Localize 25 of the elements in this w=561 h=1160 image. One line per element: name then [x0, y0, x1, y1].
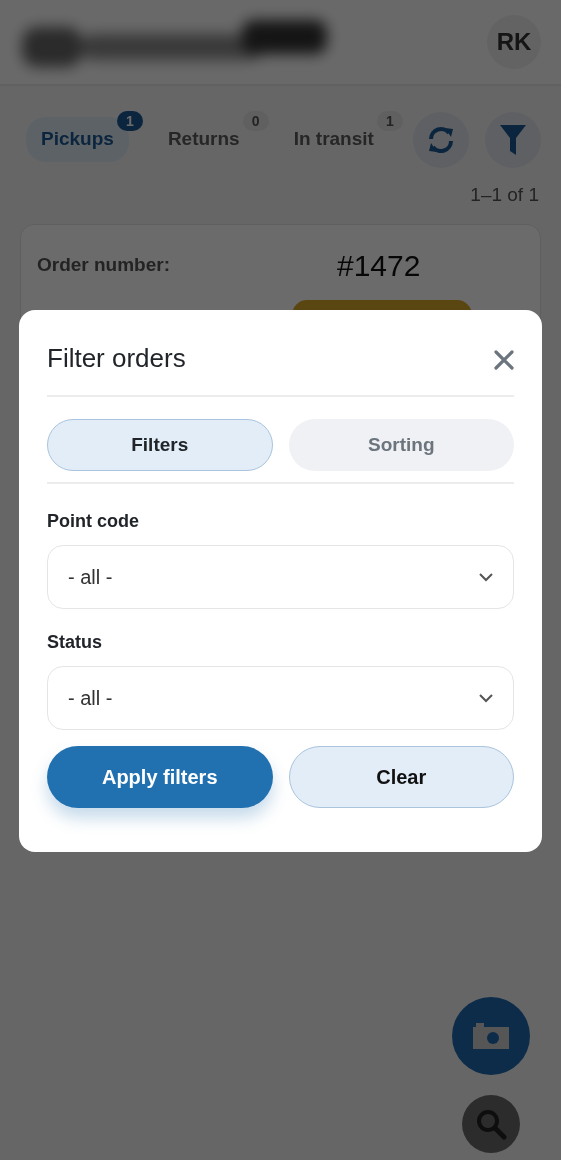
search-icon	[475, 1108, 507, 1140]
tab[interactable]: Sorting	[288, 419, 514, 471]
avatar[interactable]: RK	[487, 15, 541, 69]
count-badge: 0	[242, 111, 269, 132]
refresh-icon	[426, 124, 456, 155]
chevron-down-icon	[479, 693, 493, 703]
count-badge: 1	[376, 111, 403, 132]
chevron-down-icon	[479, 572, 493, 582]
tab[interactable]: Filters	[47, 419, 273, 471]
dropdown-field[interactable]: - all -	[47, 545, 514, 609]
funnel-icon	[500, 124, 526, 155]
dropdown-field[interactable]: - all -	[47, 666, 514, 730]
field-label: Point code	[47, 510, 140, 533]
order-number: #1472	[337, 247, 421, 284]
field-label: Status	[47, 631, 103, 654]
close-icon	[494, 349, 514, 370]
search-button[interactable]	[462, 1095, 520, 1153]
order-label: Order number:	[37, 252, 172, 277]
count-badge: 1	[116, 111, 143, 132]
dialog-title: Filter orders	[47, 343, 186, 375]
pagination-text: 1–1 of 1	[469, 183, 540, 207]
close-button[interactable]	[494, 347, 514, 371]
clear-button[interactable]: Clear	[288, 746, 514, 808]
camera-icon	[473, 1023, 509, 1049]
apply-button[interactable]: Apply filters	[47, 746, 273, 808]
